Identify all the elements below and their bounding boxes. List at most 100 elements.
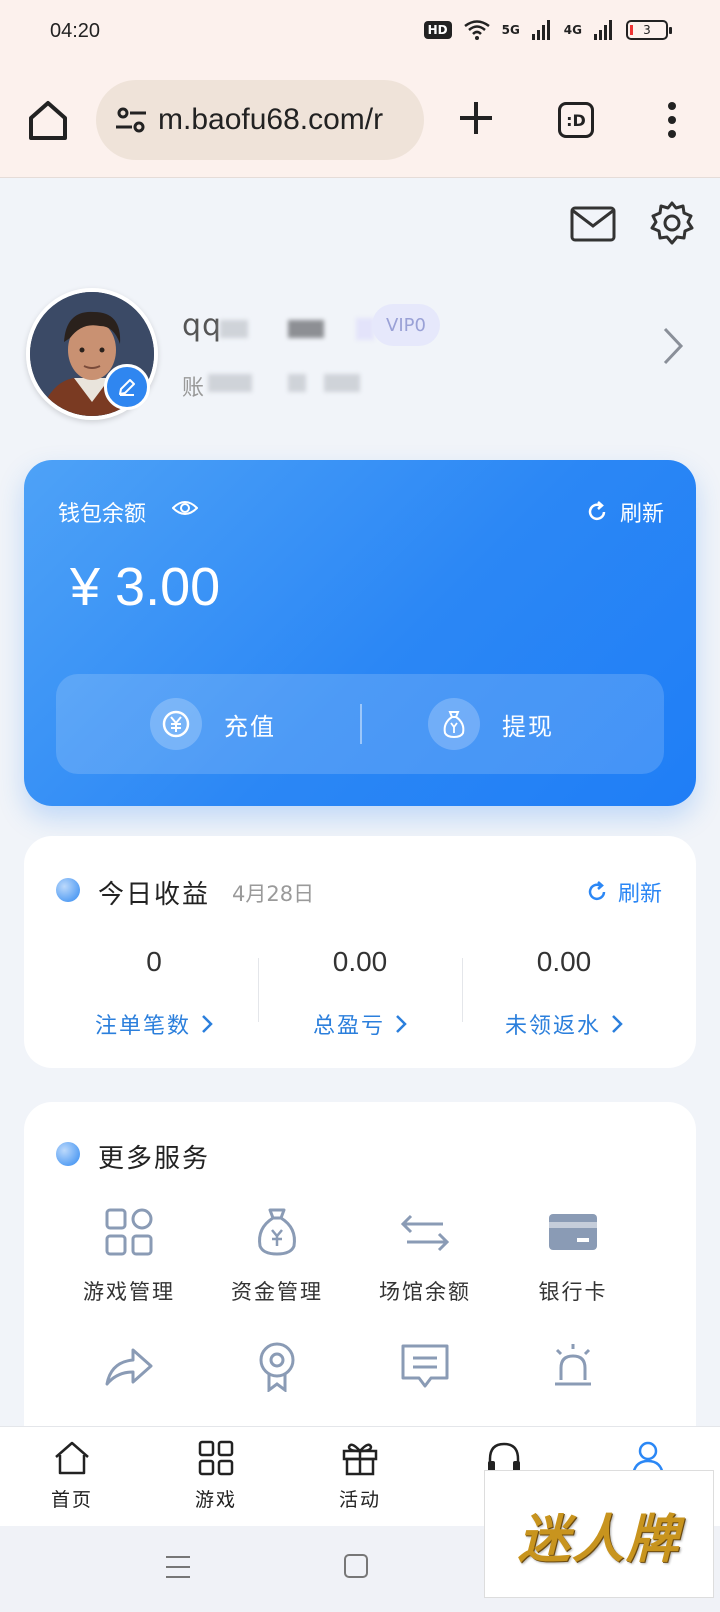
today-refresh-label: 刷新 <box>617 882 662 907</box>
menu-icon[interactable] <box>164 1554 192 1580</box>
today-earnings-title: 今日收益 <box>98 880 211 910</box>
service-medal[interactable] <box>202 1340 352 1392</box>
status-time: 04:20 <box>50 20 101 42</box>
stat-divider <box>258 958 259 1022</box>
share-icon <box>105 1348 153 1386</box>
pencil-icon <box>119 379 135 396</box>
yen-coin-icon <box>150 698 202 750</box>
account-label: 账 <box>182 376 205 401</box>
service-venue-balance[interactable]: 场馆余额 <box>350 1206 500 1306</box>
money-bag-icon <box>258 1208 296 1256</box>
account-redacted <box>208 374 252 392</box>
wifi-icon <box>463 20 490 40</box>
stat-bets-value: 0 <box>146 946 162 977</box>
section-dot <box>56 1142 80 1166</box>
alarm-icon <box>555 1344 591 1386</box>
recharge-label: 充值 <box>224 712 276 741</box>
service-game-management[interactable]: 游戏管理 <box>54 1206 204 1306</box>
refresh-icon <box>588 881 606 901</box>
service-share[interactable] <box>54 1340 204 1392</box>
bank-card-icon <box>549 1214 597 1250</box>
service-funds-management[interactable]: 资金管理 <box>202 1206 352 1306</box>
gear-icon[interactable] <box>648 200 696 248</box>
new-tab-icon[interactable] <box>456 98 496 138</box>
stat-profit-value: 0.00 <box>332 946 388 977</box>
nav-games[interactable]: 游戏 <box>166 1439 266 1512</box>
signal-icon <box>594 20 612 40</box>
nav-activities-label: 活动 <box>338 1489 381 1511</box>
mail-icon[interactable] <box>570 206 616 242</box>
grid-icon <box>105 1208 153 1256</box>
withdraw-label: 提现 <box>502 712 554 741</box>
stat-profit-link[interactable]: 总盈亏 <box>260 1008 460 1040</box>
status-icons: HD 5G 4G 3 <box>423 20 672 40</box>
wallet-label: 钱包余额 <box>58 502 147 527</box>
signal-icon <box>531 20 550 40</box>
battery-icon: 3 <box>626 20 672 40</box>
nav-activities[interactable]: 活动 <box>310 1439 410 1512</box>
wallet-balance: ¥ 3.00 <box>70 557 221 617</box>
tab-switcher-label: :D <box>566 110 586 130</box>
stat-rebate-link[interactable]: 未领返水 <box>464 1008 664 1040</box>
more-vert-icon[interactable] <box>660 98 684 142</box>
account-redacted <box>288 374 306 392</box>
url-text[interactable]: m.baofu68.com/r <box>158 103 383 137</box>
home-icon[interactable] <box>26 98 70 142</box>
account-redacted <box>324 374 360 392</box>
service-label: 银行卡 <box>538 1280 608 1304</box>
chevron-right-icon <box>396 1015 407 1033</box>
service-bank-card[interactable]: 银行卡 <box>498 1206 648 1306</box>
section-dot <box>56 878 80 902</box>
username-redacted <box>288 320 324 338</box>
more-services-panel: 更多服务 游戏管理 资金管理 场馆余额 银行卡 <box>24 1102 696 1462</box>
wallet-refresh-label: 刷新 <box>619 502 664 527</box>
browser-toolbar: m.baofu68.com/r :D <box>0 62 720 178</box>
today-refresh-button[interactable]: 刷新 <box>586 876 662 908</box>
chevron-right-icon <box>612 1015 623 1033</box>
hd-badge: HD <box>423 21 452 39</box>
action-divider <box>360 704 362 744</box>
network-5g-label: 5G <box>501 23 520 37</box>
system-home-button[interactable] <box>344 1554 368 1578</box>
medal-icon <box>259 1342 295 1392</box>
stat-bets: 0 注单笔数 <box>54 946 254 1040</box>
status-bar: 04:20 HD 5G 4G 3 <box>0 0 720 62</box>
recharge-button[interactable]: 充值 <box>150 674 276 774</box>
service-label: 游戏管理 <box>83 1280 175 1304</box>
nav-home[interactable]: 首页 <box>22 1439 122 1512</box>
stat-rebate-label: 未领返水 <box>504 1014 601 1039</box>
service-label: 场馆余额 <box>379 1280 471 1304</box>
stat-rebate-value: 0.00 <box>536 946 592 977</box>
eye-icon[interactable] <box>172 498 198 518</box>
gift-icon <box>342 1443 378 1476</box>
address-bar[interactable]: m.baofu68.com/r <box>96 80 424 160</box>
nav-home-label: 首页 <box>50 1489 93 1511</box>
wallet-refresh-button[interactable]: 刷新 <box>586 496 664 528</box>
site-settings-icon[interactable] <box>114 103 148 137</box>
stat-profit: 0.00 总盈亏 <box>260 946 460 1040</box>
stat-bets-link[interactable]: 注单笔数 <box>54 1008 254 1040</box>
username: qq <box>182 308 223 343</box>
service-alarm[interactable] <box>498 1340 648 1392</box>
service-message[interactable] <box>350 1340 500 1392</box>
chevron-right-icon[interactable] <box>662 326 684 366</box>
refresh-icon <box>588 501 606 521</box>
wallet-card: 钱包余额 刷新 ¥ 3.00 充值 提现 <box>24 460 696 806</box>
money-bag-icon <box>428 698 480 750</box>
wallet-actions: 充值 提现 <box>56 674 664 774</box>
network-4g-label: 4G <box>563 23 582 37</box>
stat-divider <box>462 958 463 1022</box>
more-services-title: 更多服务 <box>98 1144 211 1174</box>
vip-badge: VIP0 <box>372 304 440 346</box>
chevron-right-icon <box>202 1015 213 1033</box>
today-date: 4月28日 <box>232 882 315 906</box>
service-label: 资金管理 <box>231 1280 323 1304</box>
home-icon <box>55 1441 89 1475</box>
stat-rebate: 0.00 未领返水 <box>464 946 664 1040</box>
edit-avatar-button[interactable] <box>104 364 150 410</box>
stat-profit-label: 总盈亏 <box>312 1014 385 1039</box>
transfer-icon <box>400 1214 450 1252</box>
withdraw-button[interactable]: 提现 <box>428 674 554 774</box>
tab-switcher-button[interactable]: :D <box>558 102 594 138</box>
username-redacted <box>220 320 248 338</box>
